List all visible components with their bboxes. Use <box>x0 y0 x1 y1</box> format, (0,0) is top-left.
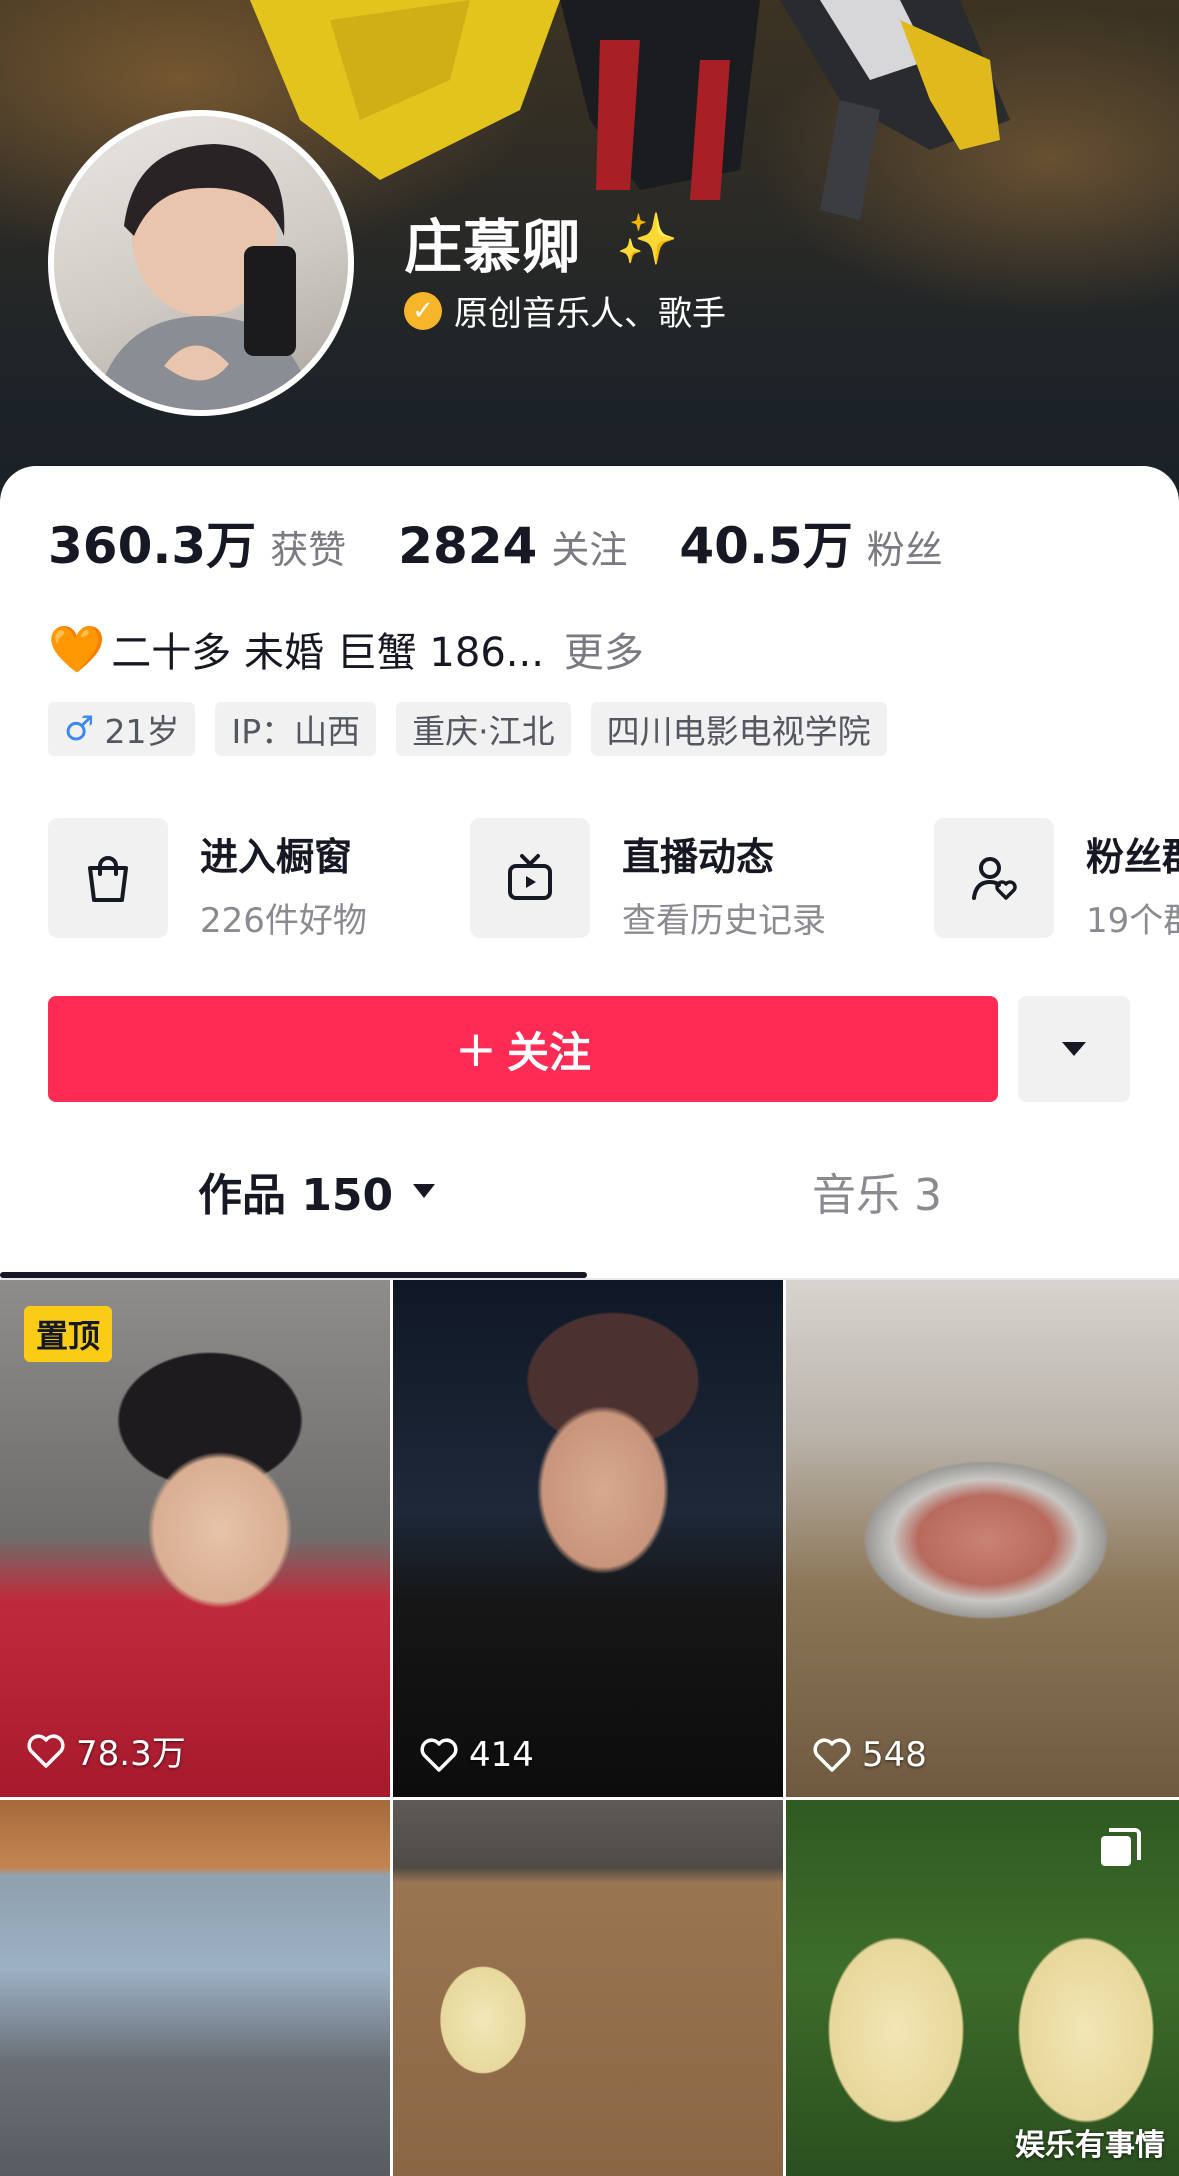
stat-value: 360.3万 <box>48 517 257 575</box>
orange-heart-icon: 🧡 <box>48 621 106 676</box>
verified-check-icon: ✓ <box>404 291 442 330</box>
tab-music[interactable]: 音乐 3 <box>812 1146 942 1236</box>
heart-outline-icon <box>813 1738 851 1772</box>
pinned-badge: 置顶 <box>24 1306 113 1362</box>
tab-works-label: 作品 150 <box>198 1170 394 1221</box>
content-tabs: 作品 150 音乐 3 <box>0 1146 1179 1246</box>
stat-following[interactable]: 2824 关注 <box>398 517 627 575</box>
video-likes: 548 <box>812 1735 927 1775</box>
tag-ip: IP：山西 <box>215 702 377 756</box>
male-icon: ♂ <box>64 709 95 749</box>
video-likes-count: 414 <box>469 1735 534 1775</box>
feature-subtitle: 226件好物 <box>200 901 367 941</box>
follow-label: 关注 <box>506 1027 591 1077</box>
video-thumbnail[interactable]: 置顶 78.3万 <box>0 1280 390 1797</box>
feature-title: 进入橱窗 <box>200 835 353 879</box>
tag-location: 重庆·江北 <box>396 702 571 756</box>
profile-cover: 庄慕卿 ✨ ✓ 原创音乐人、歌手 <box>0 0 1179 520</box>
follow-button[interactable]: + 关注 <box>48 996 998 1102</box>
stats-row: 360.3万 获赞 2824 关注 40.5万 粉丝 <box>48 506 995 578</box>
feature-subtitle: 查看历史记录 <box>622 901 826 941</box>
plus-icon: + <box>455 1020 497 1078</box>
stat-label: 获赞 <box>270 528 347 572</box>
stat-value: 2824 <box>398 517 538 575</box>
live-tv-icon <box>470 818 590 938</box>
shopping-bag-icon <box>48 818 168 938</box>
bio-more-link[interactable]: 更多 <box>564 620 644 678</box>
sparkle-icon: ✨ <box>616 210 679 268</box>
verified-title: 原创音乐人、歌手 <box>454 294 726 334</box>
video-likes: 78.3万 <box>26 1726 186 1775</box>
stat-likes[interactable]: 360.3万 获赞 <box>48 506 346 578</box>
tab-music-label: 音乐 3 <box>812 1170 942 1221</box>
video-likes: 414 <box>419 1735 534 1775</box>
bio[interactable]: 🧡 二十多 未婚 巨蟹 186... 更多 <box>48 620 644 678</box>
caret-down-icon <box>413 1184 436 1198</box>
feature-subtitle: 19个群 <box>1086 901 1179 941</box>
avatar[interactable] <box>48 110 354 416</box>
feature-shortcuts: 进入橱窗 226件好物 直播动态 查看历史记录 粉丝 19个 <box>48 818 1179 942</box>
video-thumbnail[interactable]: 548 <box>786 1280 1179 1797</box>
feature-live-history[interactable]: 直播动态 查看历史记录 <box>470 818 826 942</box>
video-thumbnail[interactable]: 414 <box>393 1280 783 1797</box>
feature-title: 粉丝群 <box>1086 835 1179 879</box>
stat-followers[interactable]: 40.5万 粉丝 <box>679 506 942 578</box>
feature-shop-window[interactable]: 进入橱窗 226件好物 <box>48 818 367 942</box>
tab-works[interactable]: 作品 150 <box>198 1146 437 1236</box>
bio-text: 二十多 未婚 巨蟹 186... <box>111 630 544 676</box>
watermark-text: 娱乐有事情 <box>1015 2128 1165 2163</box>
stat-label: 粉丝 <box>866 528 943 572</box>
heart-outline-icon <box>420 1738 458 1772</box>
multi-image-icon <box>1101 1828 1141 1866</box>
profile-name: 庄慕卿 <box>404 213 582 281</box>
video-likes-count: 78.3万 <box>76 1734 186 1774</box>
feature-fan-group[interactable]: 粉丝群 19个群 <box>934 818 1179 942</box>
caret-down-icon <box>1062 1042 1086 1056</box>
tag-age: ♂ 21岁 <box>48 702 196 756</box>
video-thumbnail[interactable]: 娱乐有事情 <box>786 1800 1179 2176</box>
video-grid: 置顶 78.3万 414 548 娱乐有事情 <box>0 1280 1179 2176</box>
tag-school[interactable]: 四川电影电视学院 <box>590 702 887 756</box>
stat-value: 40.5万 <box>679 517 853 575</box>
video-likes-count: 548 <box>862 1735 927 1775</box>
verified-row: ✓ 原创音乐人、歌手 <box>404 286 726 335</box>
avatar-photo <box>94 144 314 410</box>
profile-tags: ♂ 21岁 IP：山西 重庆·江北 四川电影电视学院 <box>48 702 907 756</box>
video-thumbnail[interactable] <box>0 1800 390 2176</box>
feature-title: 直播动态 <box>622 835 775 879</box>
heart-outline-icon <box>27 1734 65 1768</box>
stat-label: 关注 <box>551 528 628 572</box>
more-options-button[interactable] <box>1018 996 1130 1102</box>
fan-group-icon <box>934 818 1054 938</box>
tag-age-label: 21岁 <box>104 712 180 751</box>
video-thumbnail[interactable] <box>393 1800 783 2176</box>
